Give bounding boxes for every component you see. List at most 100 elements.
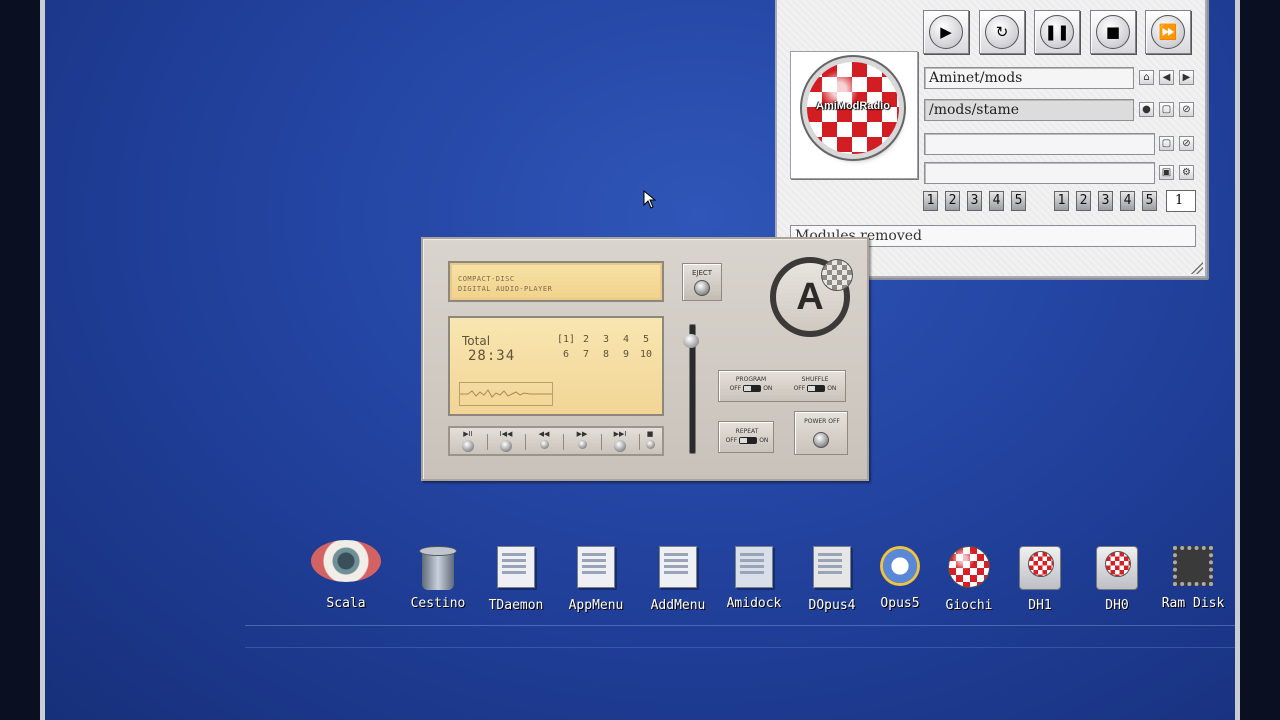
stop-button[interactable]: ■ bbox=[1090, 10, 1136, 54]
drive-icon bbox=[1019, 546, 1061, 590]
group1-btn[interactable]: 4 bbox=[989, 191, 1004, 211]
workbench-desktop[interactable]: AmiModRadio ▶ ↻ ❚❚ ■ ⏩ Aminet/mods ⌂ ◀ ▶… bbox=[40, 0, 1240, 720]
desktop-icon-dopus4[interactable]: DOpus4 bbox=[797, 546, 867, 613]
volume-slider[interactable] bbox=[682, 324, 700, 462]
group2-btn[interactable]: 2 bbox=[1076, 191, 1091, 211]
group2-btn[interactable]: 5 bbox=[1142, 191, 1157, 211]
dopus-icon bbox=[813, 546, 851, 588]
program-label: PROGRAM bbox=[735, 376, 767, 383]
group1-btn[interactable]: 2 bbox=[945, 191, 960, 211]
blank-icon[interactable]: ▢ bbox=[1159, 136, 1174, 151]
desktop-floor-line bbox=[245, 625, 1235, 626]
path-field-2[interactable]: /mods/stame bbox=[924, 99, 1134, 121]
path-field-1[interactable]: Aminet/mods bbox=[924, 67, 1134, 89]
next-track-button[interactable]: ▶▶I bbox=[605, 430, 635, 454]
appmenu-icon bbox=[577, 546, 615, 588]
desktop-icon-amidock[interactable]: Amidock bbox=[719, 546, 789, 611]
desktop-icon-dh0[interactable]: DH0 bbox=[1082, 546, 1152, 613]
program-shuffle-panel: PROGRAM OFF ON SHUFFLE OFF ON bbox=[718, 370, 846, 402]
arrow-left-icon[interactable]: ◀ bbox=[1159, 70, 1174, 85]
shuffle-label: SHUFFLE bbox=[801, 376, 829, 383]
blank-icon[interactable]: ▢ bbox=[1159, 102, 1174, 117]
track-number[interactable]: 10 bbox=[636, 349, 656, 360]
addmenu-icon bbox=[659, 546, 697, 588]
prev-track-button[interactable]: I◀◀ bbox=[491, 430, 521, 454]
path-field-3[interactable] bbox=[924, 133, 1155, 155]
track-number[interactable]: 6 bbox=[556, 349, 576, 360]
amimodradio-logo: AmiModRadio bbox=[790, 51, 918, 179]
track-grid: [1] 2 3 4 5 6 7 8 9 10 bbox=[556, 334, 660, 360]
forward-icon: ▶▶ bbox=[576, 430, 588, 438]
chip-icon bbox=[1173, 546, 1213, 586]
play-icon: ▶ bbox=[929, 15, 963, 49]
group2-btn[interactable]: 1 bbox=[1054, 191, 1069, 211]
transport-bar: ▶II I◀◀ ◀◀ ▶▶ ▶▶I ■ bbox=[448, 426, 664, 456]
group1-btn[interactable]: 3 bbox=[967, 191, 982, 211]
mouse-pointer-icon bbox=[643, 190, 657, 209]
resize-handle[interactable] bbox=[1191, 262, 1203, 274]
pause-button[interactable]: ❚❚ bbox=[1034, 10, 1080, 54]
repeat-panel: REPEAT OFF ON bbox=[718, 421, 774, 453]
track-number[interactable]: 2 bbox=[576, 334, 596, 345]
next-button[interactable]: ⏩ bbox=[1145, 10, 1191, 54]
refresh-icon[interactable]: ● bbox=[1139, 102, 1154, 117]
cancel-icon[interactable]: ⊘ bbox=[1179, 102, 1194, 117]
save-icon[interactable]: ▣ bbox=[1159, 165, 1174, 180]
power-off-label: POWER OFF bbox=[804, 418, 840, 425]
group1-btn[interactable]: 1 bbox=[923, 191, 938, 211]
desktop-icon-ram-disk[interactable]: Ram Disk bbox=[1153, 546, 1233, 611]
count-input[interactable]: 1 bbox=[1166, 190, 1196, 212]
eject-button[interactable]: EJECT bbox=[682, 263, 722, 301]
opus-icon bbox=[880, 546, 920, 586]
cd-title-display: COMPACT-DISC DIGITAL AUDIO-PLAYER bbox=[448, 261, 664, 302]
volume-thumb[interactable] bbox=[683, 334, 699, 348]
home-icon[interactable]: ⌂ bbox=[1139, 70, 1154, 85]
desktop-icon-tdaemon[interactable]: TDaemon bbox=[481, 546, 551, 613]
tool-icon[interactable]: ⚙ bbox=[1179, 165, 1194, 180]
track-number[interactable]: 4 bbox=[616, 334, 636, 345]
trash-icon bbox=[419, 546, 457, 590]
logo-text: AmiModRadio bbox=[816, 100, 890, 112]
eject-label: EJECT bbox=[691, 269, 713, 277]
power-off-button[interactable]: POWER OFF bbox=[794, 411, 848, 455]
repeat-toggle[interactable] bbox=[739, 437, 758, 444]
group1-btn[interactable]: 5 bbox=[1011, 191, 1026, 211]
play-button[interactable]: ▶ bbox=[923, 10, 969, 54]
tdaemon-icon bbox=[497, 546, 535, 588]
monitor-bezel-right bbox=[1240, 0, 1280, 720]
path-field-4[interactable] bbox=[924, 162, 1155, 184]
track-number[interactable]: 3 bbox=[596, 334, 616, 345]
arrow-right-icon[interactable]: ▶ bbox=[1179, 70, 1194, 85]
desktop-icon-dh1[interactable]: DH1 bbox=[1005, 546, 1075, 613]
boing-ball-icon bbox=[948, 546, 990, 588]
track-number[interactable]: 7 bbox=[576, 349, 596, 360]
stop-button[interactable]: ■ bbox=[635, 430, 665, 454]
loop-button[interactable]: ↻ bbox=[979, 10, 1025, 54]
rewind-icon: ◀◀ bbox=[538, 430, 550, 438]
track-number[interactable]: 8 bbox=[596, 349, 616, 360]
desktop-icon-giochi[interactable]: Giochi bbox=[934, 546, 1004, 613]
group2-btn[interactable]: 4 bbox=[1120, 191, 1135, 211]
shuffle-toggle[interactable] bbox=[807, 385, 826, 392]
program-toggle[interactable] bbox=[743, 385, 762, 392]
cd-main-display: Total 28:34 [1] 2 3 4 5 6 7 8 9 10 bbox=[448, 316, 664, 416]
prev-track-icon: I◀◀ bbox=[499, 430, 513, 438]
track-number[interactable]: 9 bbox=[616, 349, 636, 360]
repeat-icon: ↻ bbox=[985, 15, 1019, 49]
desktop-icon-appmenu[interactable]: AppMenu bbox=[561, 546, 631, 613]
rewind-button[interactable]: ◀◀ bbox=[529, 430, 559, 454]
track-number[interactable]: [1] bbox=[556, 334, 576, 345]
play-pause-icon: ▶II bbox=[463, 430, 473, 438]
desktop-icon-scala[interactable]: Scala bbox=[301, 540, 391, 611]
track-number[interactable]: 5 bbox=[636, 334, 656, 345]
group2-btn[interactable]: 3 bbox=[1098, 191, 1113, 211]
cd-player-window[interactable]: COMPACT-DISC DIGITAL AUDIO-PLAYER Total … bbox=[421, 237, 869, 481]
lcd-line-1: COMPACT-DISC bbox=[458, 275, 515, 283]
stop-icon: ■ bbox=[1096, 15, 1130, 49]
cancel-icon[interactable]: ⊘ bbox=[1179, 136, 1194, 151]
play-pause-button[interactable]: ▶II bbox=[453, 430, 483, 454]
desktop-icon-addmenu[interactable]: AddMenu bbox=[641, 546, 715, 613]
desktop-icon-opus5[interactable]: Opus5 bbox=[865, 546, 935, 611]
forward-button[interactable]: ▶▶ bbox=[567, 430, 597, 454]
desktop-icon-cestino[interactable]: Cestino bbox=[403, 546, 473, 611]
